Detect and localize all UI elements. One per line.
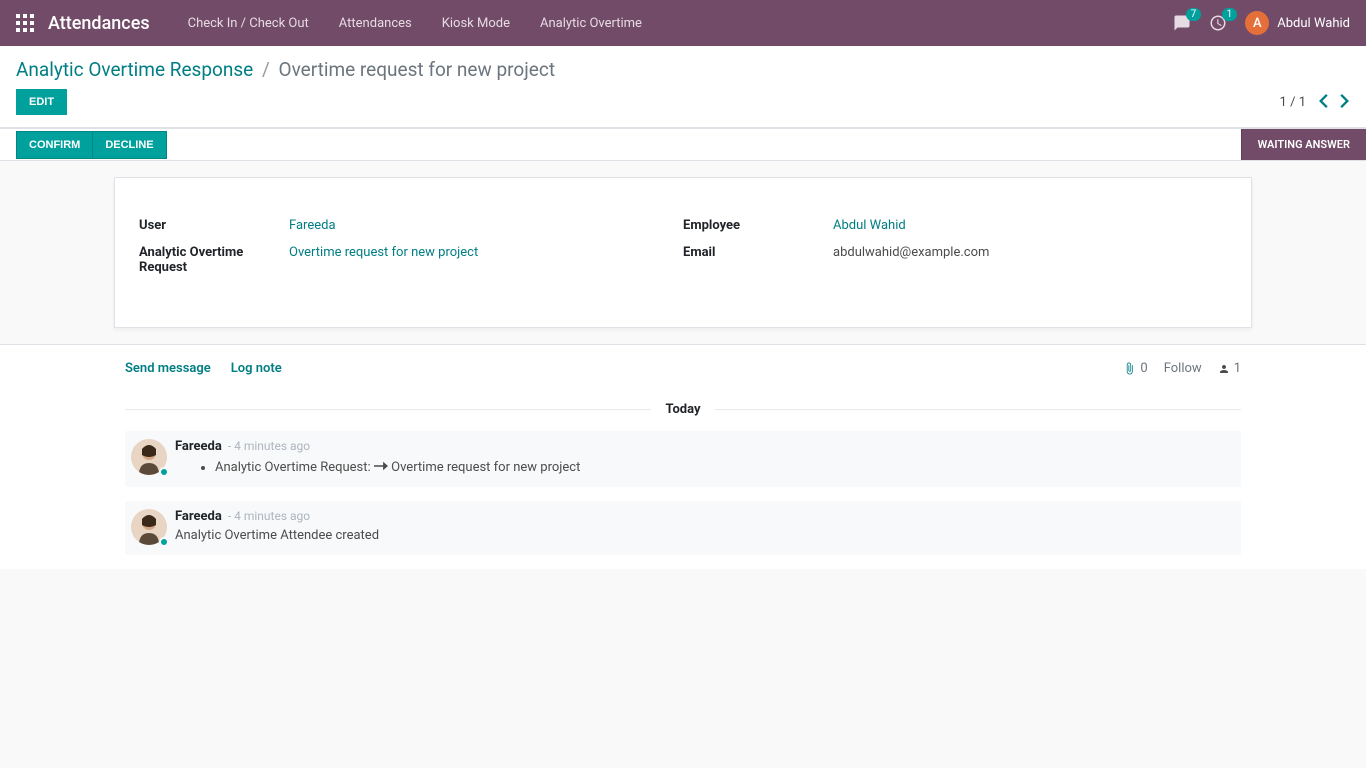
msg-time: 4 minutes ago <box>228 439 310 453</box>
thread-separator: Today <box>125 402 1241 417</box>
apps-icon[interactable] <box>16 14 34 32</box>
username: Abdul Wahid <box>1277 16 1350 31</box>
label-user: User <box>139 218 289 233</box>
msg-avatar <box>131 439 167 475</box>
chatter: Send message Log note 0 Follow 1 Today <box>125 345 1241 569</box>
follow-button[interactable]: Follow <box>1164 361 1202 376</box>
activity-badge: 1 <box>1222 8 1238 21</box>
confirm-button[interactable]: Confirm <box>16 131 93 159</box>
follower-count[interactable]: 1 <box>1218 361 1241 376</box>
user-menu[interactable]: A Abdul Wahid <box>1245 11 1350 35</box>
label-employee: Employee <box>683 218 833 233</box>
breadcrumb-separator: / <box>262 58 270 81</box>
msg-content: Analytic Overtime Attendee created <box>175 528 1229 543</box>
avatar: A <box>1245 11 1269 35</box>
value-user[interactable]: Fareeda <box>289 218 336 233</box>
field-email: Email abdulwahid@example.com <box>683 245 1227 260</box>
navbar: Attendances Check In / Check Out Attenda… <box>0 0 1366 46</box>
chatter-topbar: Send message Log note 0 Follow 1 <box>125 345 1241 390</box>
edit-button[interactable]: Edit <box>16 89 67 115</box>
decline-button[interactable]: Decline <box>92 131 166 159</box>
breadcrumb-parent[interactable]: Analytic Overtime Response <box>16 58 253 81</box>
status-badge: Waiting Answer <box>1241 129 1366 160</box>
attachment-icon <box>1123 362 1136 375</box>
msg-time: 4 minutes ago <box>228 509 310 523</box>
presence-icon <box>159 537 169 547</box>
nav-link-checkin[interactable]: Check In / Check Out <box>174 8 323 39</box>
field-request: Analytic Overtime Request Overtime reque… <box>139 245 683 275</box>
msg-author[interactable]: Fareeda <box>175 509 222 524</box>
content-area: User Fareeda Analytic Overtime Request O… <box>0 161 1366 344</box>
log-note-button[interactable]: Log note <box>231 361 282 376</box>
messaging-badge: 7 <box>1186 8 1202 21</box>
message: Fareeda 4 minutes ago Analytic Overtime … <box>125 431 1241 487</box>
value-employee[interactable]: Abdul Wahid <box>833 218 906 233</box>
messaging-icon[interactable]: 7 <box>1173 14 1191 32</box>
value-email: abdulwahid@example.com <box>833 245 1227 260</box>
msg-avatar <box>131 509 167 545</box>
pager-prev-icon[interactable] <box>1318 93 1328 112</box>
breadcrumb: Analytic Overtime Response / Overtime re… <box>16 58 1350 81</box>
statusbar: Confirm Decline Waiting Answer <box>0 128 1366 161</box>
label-email: Email <box>683 245 833 260</box>
label-request: Analytic Overtime Request <box>139 245 289 275</box>
control-panel: Analytic Overtime Response / Overtime re… <box>0 46 1366 128</box>
nav-link-kiosk[interactable]: Kiosk Mode <box>428 8 524 39</box>
nav-link-attendances[interactable]: Attendances <box>325 8 426 39</box>
app-brand[interactable]: Attendances <box>48 13 150 34</box>
form-sheet: User Fareeda Analytic Overtime Request O… <box>114 177 1252 328</box>
field-user: User Fareeda <box>139 218 683 233</box>
field-employee: Employee Abdul Wahid <box>683 218 1227 233</box>
nav-right: 7 1 A Abdul Wahid <box>1173 11 1350 35</box>
pager-text: 1 / 1 <box>1280 95 1306 110</box>
attachments-count[interactable]: 0 <box>1123 361 1147 376</box>
nav-links: Check In / Check Out Attendances Kiosk M… <box>174 8 656 39</box>
message: Fareeda 4 minutes ago Analytic Overtime … <box>125 501 1241 555</box>
pager: 1 / 1 <box>1280 93 1350 112</box>
pager-next-icon[interactable] <box>1340 93 1350 112</box>
msg-content: Analytic Overtime Request: Overtime requ… <box>175 458 1229 477</box>
followers-icon <box>1218 363 1230 375</box>
nav-link-analytic-overtime[interactable]: Analytic Overtime <box>526 8 656 39</box>
breadcrumb-current: Overtime request for new project <box>279 58 556 81</box>
activity-icon[interactable]: 1 <box>1209 14 1227 32</box>
arrow-right-icon <box>374 460 388 475</box>
value-request[interactable]: Overtime request for new project <box>289 245 478 260</box>
msg-author[interactable]: Fareeda <box>175 439 222 454</box>
presence-icon <box>159 467 169 477</box>
send-message-button[interactable]: Send message <box>125 361 211 376</box>
